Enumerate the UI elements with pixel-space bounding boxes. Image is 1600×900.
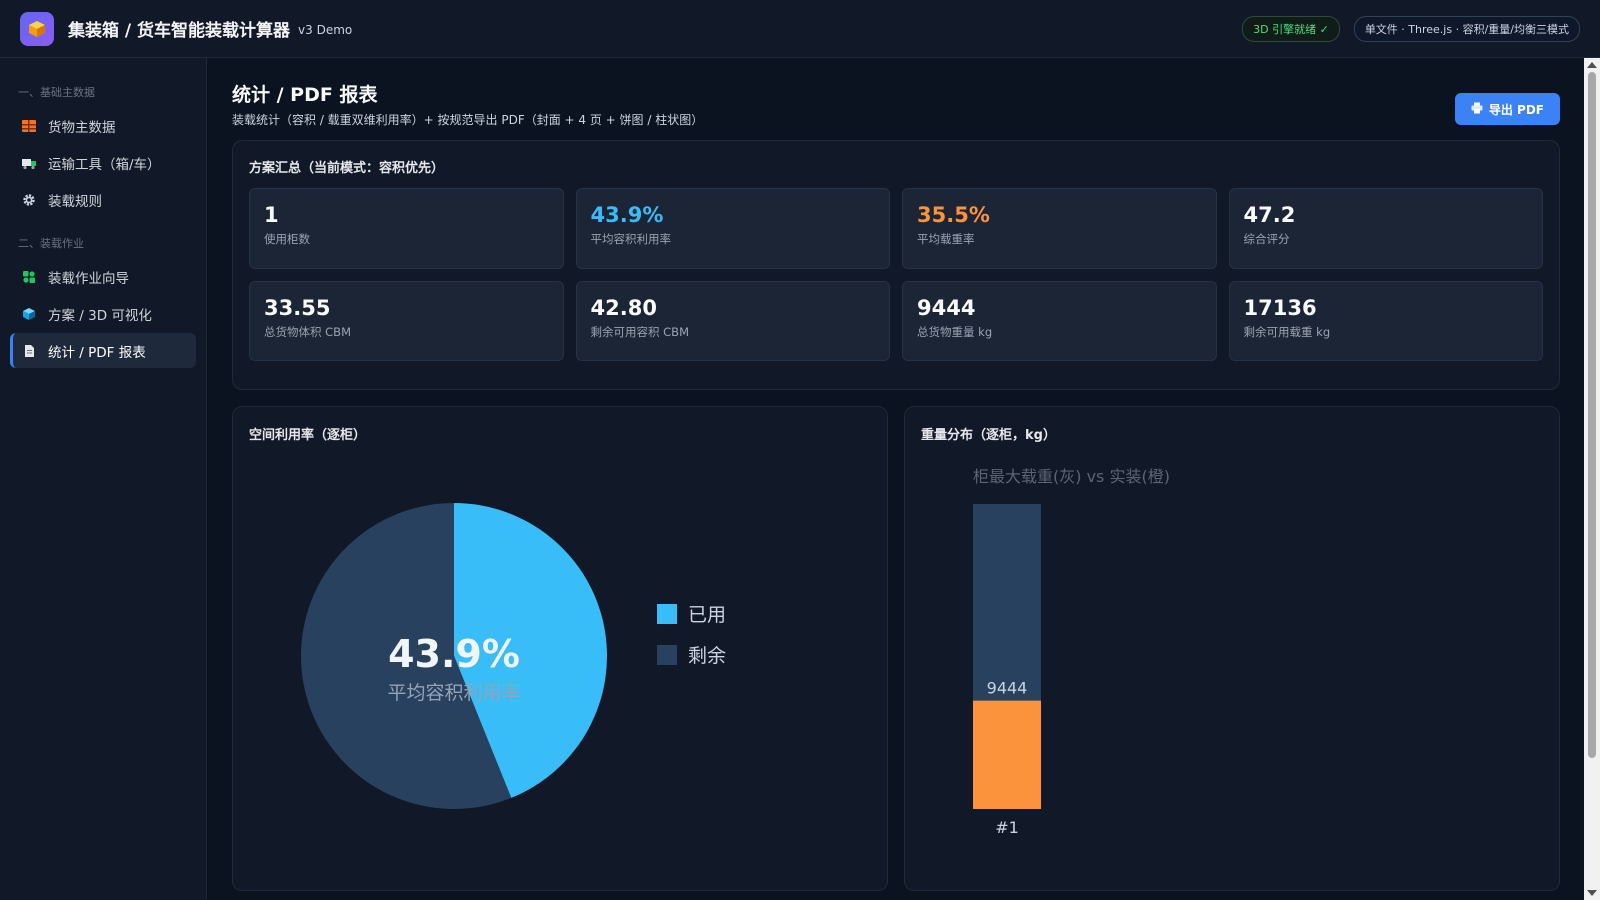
export-pdf-button[interactable]: 导出 PDF xyxy=(1454,93,1560,125)
kpi-remaining-volume: 42.80 剩余可用容积 CBM xyxy=(575,281,890,361)
app-info-badge: 单文件 · Three.js · 容积/重量/均衡三模式 xyxy=(1353,15,1580,42)
space-util-chart-card: 空间利用率（逐柜） 43.9% 平均容积利用率 已用剩余 xyxy=(232,406,888,891)
weight-dist-chart-card: 重量分布（逐柜，kg） 柜最大载重(灰) vs 实装(橙) 9444 #1 xyxy=(904,406,1560,891)
sidebar-item-label: 货物主数据 xyxy=(48,119,116,136)
kpi-containers-used: 1 使用柜数 xyxy=(249,188,564,269)
kpi-value: 9444 xyxy=(917,296,976,320)
bar-category-label: #1 xyxy=(995,818,1019,837)
engine-status-badge: 3D 引擎就绪 ✓ xyxy=(1242,15,1340,42)
page-header: 统计 / PDF 报表 装载统计（容积 / 载重双维利用率）+ 按规范导出 PD… xyxy=(232,58,1560,140)
app-title: 集装箱 / 货车智能装载计算器 xyxy=(68,21,291,41)
scroll-up-arrow[interactable] xyxy=(1587,62,1597,68)
weight-dist-bar-chart: 重量分布（逐柜，kg） 柜最大载重(灰) vs 实装(橙) 9444 #1 xyxy=(921,427,1170,837)
kpi-value: 17136 xyxy=(1243,296,1317,320)
space-util-pie-chart: 空间利用率（逐柜） 43.9% 平均容积利用率 已用剩余 xyxy=(249,427,726,809)
scroll-thumb[interactable] xyxy=(1588,72,1596,758)
kpi-value: 43.9% xyxy=(590,203,664,227)
kpi-label: 综合评分 xyxy=(1243,232,1290,246)
legend-swatch xyxy=(657,604,677,624)
kpi-value: 42.80 xyxy=(590,296,657,320)
gear-icon xyxy=(22,193,36,207)
pie-center-label: 平均容积利用率 xyxy=(387,682,520,704)
kpi-label: 总货物体积 CBM xyxy=(264,325,351,339)
kpi-value: 47.2 xyxy=(1243,203,1296,227)
app-version: v3 Demo xyxy=(298,23,353,37)
truck-icon xyxy=(22,156,36,170)
pie-center-value: 43.9% xyxy=(388,632,520,676)
main-content: 统计 / PDF 报表 装载统计（容积 / 载重双维利用率）+ 按规范导出 PD… xyxy=(208,58,1584,900)
page-scrollbar[interactable] xyxy=(1584,58,1600,900)
sidebar-section-basic: 一、基础主数据 xyxy=(18,86,95,99)
sidebar-item-label: 运输工具（箱/车） xyxy=(48,156,161,173)
kpi-total-weight: 9444 总货物重量 kg xyxy=(902,281,1217,361)
cube-icon xyxy=(22,307,36,321)
sidebar-item-label: 统计 / PDF 报表 xyxy=(48,344,146,361)
chart-subtitle: 柜最大载重(灰) vs 实装(橙) xyxy=(973,467,1170,486)
kpi-total-volume: 33.55 总货物体积 CBM xyxy=(249,281,564,361)
sidebar-item-vehicles[interactable]: 运输工具（箱/车） xyxy=(10,145,196,180)
legend-label: 已用 xyxy=(688,604,726,626)
kpi-grid: 1 使用柜数 43.9% 平均容积利用率 35.5% 平均载重率 47.2 综合… xyxy=(249,188,1543,361)
kpi-label: 剩余可用载重 kg xyxy=(1243,325,1331,339)
chart-title: 重量分布（逐柜，kg） xyxy=(921,427,1056,443)
sidebar-item-wizard[interactable]: 装载作业向导 xyxy=(10,259,196,294)
sidebar-item-label: 装载作业向导 xyxy=(48,270,129,287)
app-logo xyxy=(20,11,54,46)
legend-label: 剩余 xyxy=(688,645,726,667)
chart-title: 空间利用率（逐柜） xyxy=(249,427,366,443)
kpi-value: 33.55 xyxy=(264,296,331,320)
kpi-overall-score: 47.2 综合评分 xyxy=(1228,188,1543,269)
kpi-avg-weight-rate: 35.5% 平均载重率 xyxy=(902,188,1217,269)
sidebar-item-cargo[interactable]: 货物主数据 xyxy=(10,108,196,143)
kpi-value: 1 xyxy=(264,203,279,227)
sidebar-item-3d-plan[interactable]: 方案 / 3D 可视化 xyxy=(10,296,196,331)
box-icon xyxy=(29,20,45,37)
legend-swatch xyxy=(657,645,677,665)
sidebar-item-label: 装载规则 xyxy=(48,193,102,210)
summary-title: 方案汇总（当前模式：容积优先） xyxy=(249,161,445,176)
cargo-icon xyxy=(22,119,36,133)
sidebar: 一、基础主数据 货物主数据 运输工具（箱/车） 装载规则 二、装载作业 装载作业… xyxy=(0,58,207,900)
charts-row: 空间利用率（逐柜） 43.9% 平均容积利用率 已用剩余 重量分布（逐柜，kg） 柜最… xyxy=(232,406,1560,891)
scroll-down-arrow[interactable] xyxy=(1587,890,1597,896)
page-title: 统计 / PDF 报表 xyxy=(232,84,378,106)
kpi-label: 使用柜数 xyxy=(264,232,310,246)
kpi-remaining-weight: 17136 剩余可用载重 kg xyxy=(1228,281,1543,361)
sidebar-item-rules[interactable]: 装载规则 xyxy=(10,182,196,217)
kpi-value: 35.5% xyxy=(917,203,990,227)
kpi-label: 剩余可用容积 CBM xyxy=(590,325,690,339)
kpi-label: 总货物重量 kg xyxy=(917,325,993,339)
puzzle-icon xyxy=(22,270,36,284)
kpi-label: 平均载重率 xyxy=(917,232,975,246)
kpi-avg-volume-util: 43.9% 平均容积利用率 xyxy=(575,188,890,269)
kpi-label: 平均容积利用率 xyxy=(590,232,672,246)
sidebar-section-ops: 二、装载作业 xyxy=(18,237,84,250)
printer-icon xyxy=(1471,102,1483,117)
summary-card: 方案汇总（当前模式：容积优先） 1 使用柜数 43.9% 平均容积利用率 35.… xyxy=(232,140,1560,390)
bar-actual-load xyxy=(973,700,1041,809)
top-bar: 集装箱 / 货车智能装载计算器 v3 Demo 3D 引擎就绪 ✓ 单文件 · … xyxy=(0,0,1600,58)
document-icon xyxy=(22,344,36,358)
export-pdf-label: 导出 PDF xyxy=(1488,102,1544,117)
page-subtitle: 装载统计（容积 / 载重双维利用率）+ 按规范导出 PDF（封面 + 4 页 +… xyxy=(232,113,704,127)
sidebar-item-report[interactable]: 统计 / PDF 报表 xyxy=(10,333,196,368)
sidebar-item-label: 方案 / 3D 可视化 xyxy=(48,307,152,324)
bar-value-label: 9444 xyxy=(987,679,1028,698)
